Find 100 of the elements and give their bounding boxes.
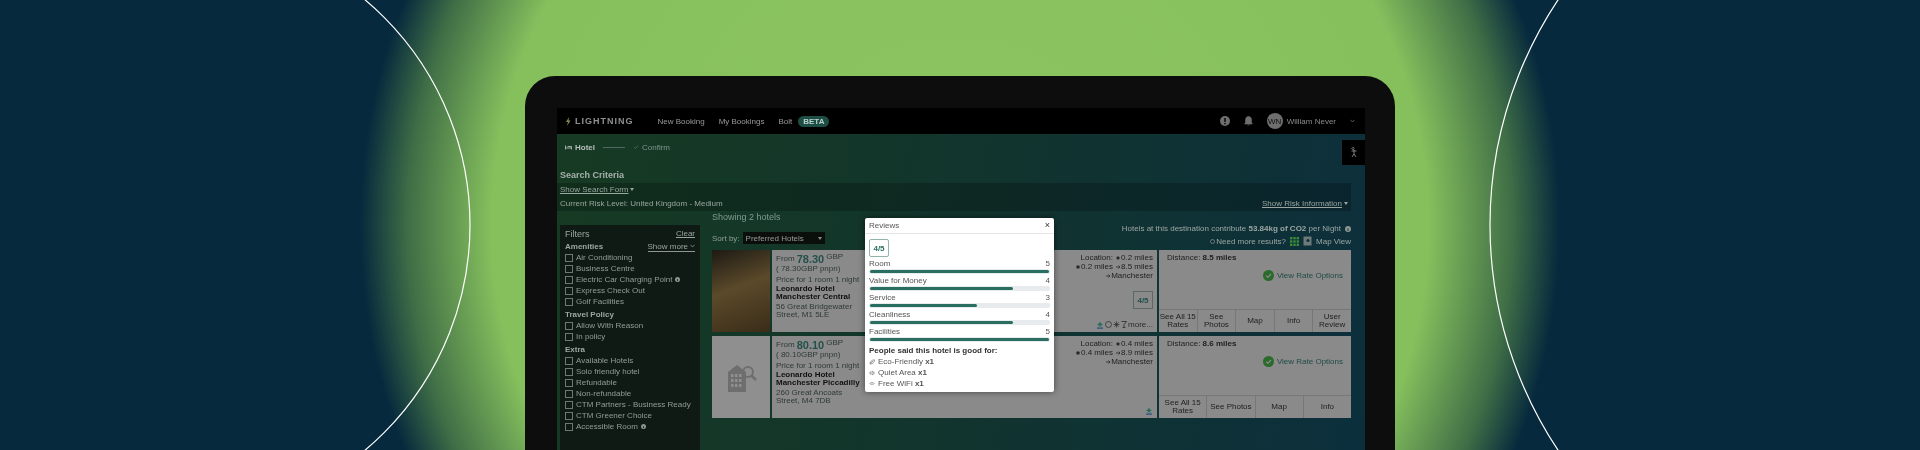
detail-tab-link[interactable]: See Photos — [1196, 310, 1236, 332]
nav-link[interactable]: Bolt — [778, 116, 793, 126]
check-icon — [633, 144, 639, 150]
filter-label: Golf Facilities — [576, 297, 624, 306]
review-value: 4 — [1045, 310, 1050, 319]
checkbox[interactable] — [565, 367, 573, 376]
location-distance: 0.2 miles — [1121, 253, 1153, 262]
show-search-form-link[interactable]: Show Search Form — [560, 185, 635, 194]
nav-link[interactable]: New Booking — [657, 116, 705, 126]
checkbox[interactable] — [565, 400, 573, 409]
checkbox[interactable] — [565, 253, 573, 262]
good-for-item: Eco-Friendly x1 — [878, 357, 935, 366]
hotel-price: 80.10 — [796, 339, 825, 352]
plane-icon — [1106, 359, 1111, 364]
bus-icon — [1075, 264, 1080, 269]
checkbox[interactable] — [565, 286, 573, 295]
detail-tab-link[interactable]: Info — [1302, 396, 1351, 418]
location-distance: 0.4 miles — [1080, 348, 1113, 357]
checkbox[interactable] — [565, 275, 573, 284]
review-value: 4 — [1045, 276, 1050, 285]
alert-icon — [1219, 116, 1230, 126]
show-more-link[interactable]: Show more — [647, 241, 695, 252]
checkbox[interactable] — [565, 378, 573, 387]
more-amenities-link[interactable]: more... — [1128, 320, 1153, 329]
filter-label: CTM Greener Choice — [576, 411, 653, 420]
bus-icon — [1075, 350, 1080, 355]
detail-tab-link[interactable]: Info — [1273, 310, 1313, 332]
per-night-price: ( 80.10GBP pnpn) — [776, 351, 841, 360]
user-name[interactable]: William Never — [1286, 116, 1336, 126]
chevron-down-icon — [690, 244, 695, 248]
filters-title: Filters — [565, 229, 590, 239]
currency: GBP — [826, 253, 844, 262]
train-icon — [1116, 341, 1120, 346]
filter-label: Business Centre — [576, 264, 635, 273]
sound-icon — [869, 369, 875, 376]
review-category: Facilities — [869, 327, 901, 336]
clear-link[interactable]: Clear — [675, 229, 695, 238]
filter-label: Non-refundable — [576, 389, 632, 398]
checkbox[interactable] — [565, 321, 573, 330]
sort-select[interactable]: Preferred Hotels — [742, 232, 825, 244]
price-note: Price for 1 room 1 night — [776, 274, 861, 284]
review-value: 5 — [1045, 259, 1050, 268]
step-tab[interactable]: Hotel — [565, 142, 595, 152]
checkbox[interactable] — [565, 389, 573, 398]
filter-group-title: Travel Policy — [565, 310, 614, 319]
detail-tab-link[interactable]: Map — [1235, 310, 1274, 332]
step-tab[interactable]: Confirm — [633, 142, 670, 152]
detail-tab-link[interactable]: Map — [1254, 396, 1303, 418]
location-distance: Manchester — [1111, 357, 1153, 366]
map-icon — [1303, 236, 1312, 246]
detail-tab-link[interactable]: See Photos — [1206, 396, 1255, 418]
detail-tab-link[interactable]: User Review — [1312, 310, 1351, 332]
good-for-title: People said this hotel is good for: — [869, 346, 999, 355]
building-search-icon — [725, 362, 757, 392]
view-rate-options-button[interactable]: View Rate Options — [1262, 356, 1343, 367]
snowflake-icon — [1113, 321, 1121, 328]
bird-logo-icon — [1096, 320, 1105, 329]
info-icon — [640, 424, 646, 429]
price-from: From — [776, 341, 795, 350]
filter-label: Accessible Room — [576, 422, 638, 431]
accessibility-icon — [1349, 147, 1358, 158]
close-button[interactable]: × — [1044, 221, 1050, 230]
review-score: 4/5 — [869, 239, 889, 257]
per-night-price: ( 78.30GBP pnpn) — [776, 265, 841, 274]
bird-logo-icon — [1145, 407, 1153, 415]
section-title: Search Criteria — [559, 169, 626, 180]
beta-badge: BETA — [798, 115, 830, 127]
map-view-link[interactable]: Map View — [1316, 236, 1351, 246]
location-distance: Manchester — [1111, 271, 1153, 280]
checkbox[interactable] — [565, 411, 573, 420]
caret-icon — [630, 188, 635, 191]
wifi-icon — [869, 380, 875, 387]
checkbox[interactable] — [565, 422, 573, 431]
more-results-link[interactable]: Need more results? — [1210, 236, 1286, 246]
detail-tab-link[interactable]: See All 15 Rates — [1159, 396, 1207, 418]
checkbox[interactable] — [565, 264, 573, 273]
caret-icon — [817, 236, 822, 240]
train-icon — [1116, 255, 1120, 260]
filter-label: Available Hotels — [576, 356, 634, 365]
accessibility-button[interactable] — [1342, 140, 1365, 165]
location-distance: 0.4 miles — [1121, 339, 1153, 348]
nav-link[interactable]: My Bookings — [718, 116, 765, 126]
plane-icon — [1116, 350, 1120, 355]
circle-badge-icon — [1105, 321, 1113, 328]
review-category: Service — [869, 293, 896, 302]
hotel-name[interactable]: Leonardo Hotel Manchester Piccadilly — [776, 370, 868, 388]
checkbox[interactable] — [565, 356, 573, 365]
filter-group-title: Amenities — [565, 242, 604, 251]
info-icon — [1345, 225, 1351, 232]
user-avatar[interactable]: WN — [1266, 113, 1283, 129]
checkbox[interactable] — [565, 332, 573, 341]
detail-tab-link[interactable]: See All 15 Rates — [1159, 310, 1197, 332]
show-risk-link[interactable]: Show Risk Information — [1261, 199, 1348, 208]
location-label: Location: — [1080, 339, 1113, 348]
checkbox[interactable] — [565, 297, 573, 306]
hotel-name[interactable]: Leonardo Hotel Manchester Central — [776, 284, 868, 302]
view-rate-options-button[interactable]: View Rate Options — [1262, 270, 1343, 281]
hotel-address: 56 Great Bridgewater Street, M1 5LE — [776, 302, 854, 320]
filter-label: Refundable — [576, 378, 617, 387]
hotel-price: 78.30 — [796, 253, 825, 266]
